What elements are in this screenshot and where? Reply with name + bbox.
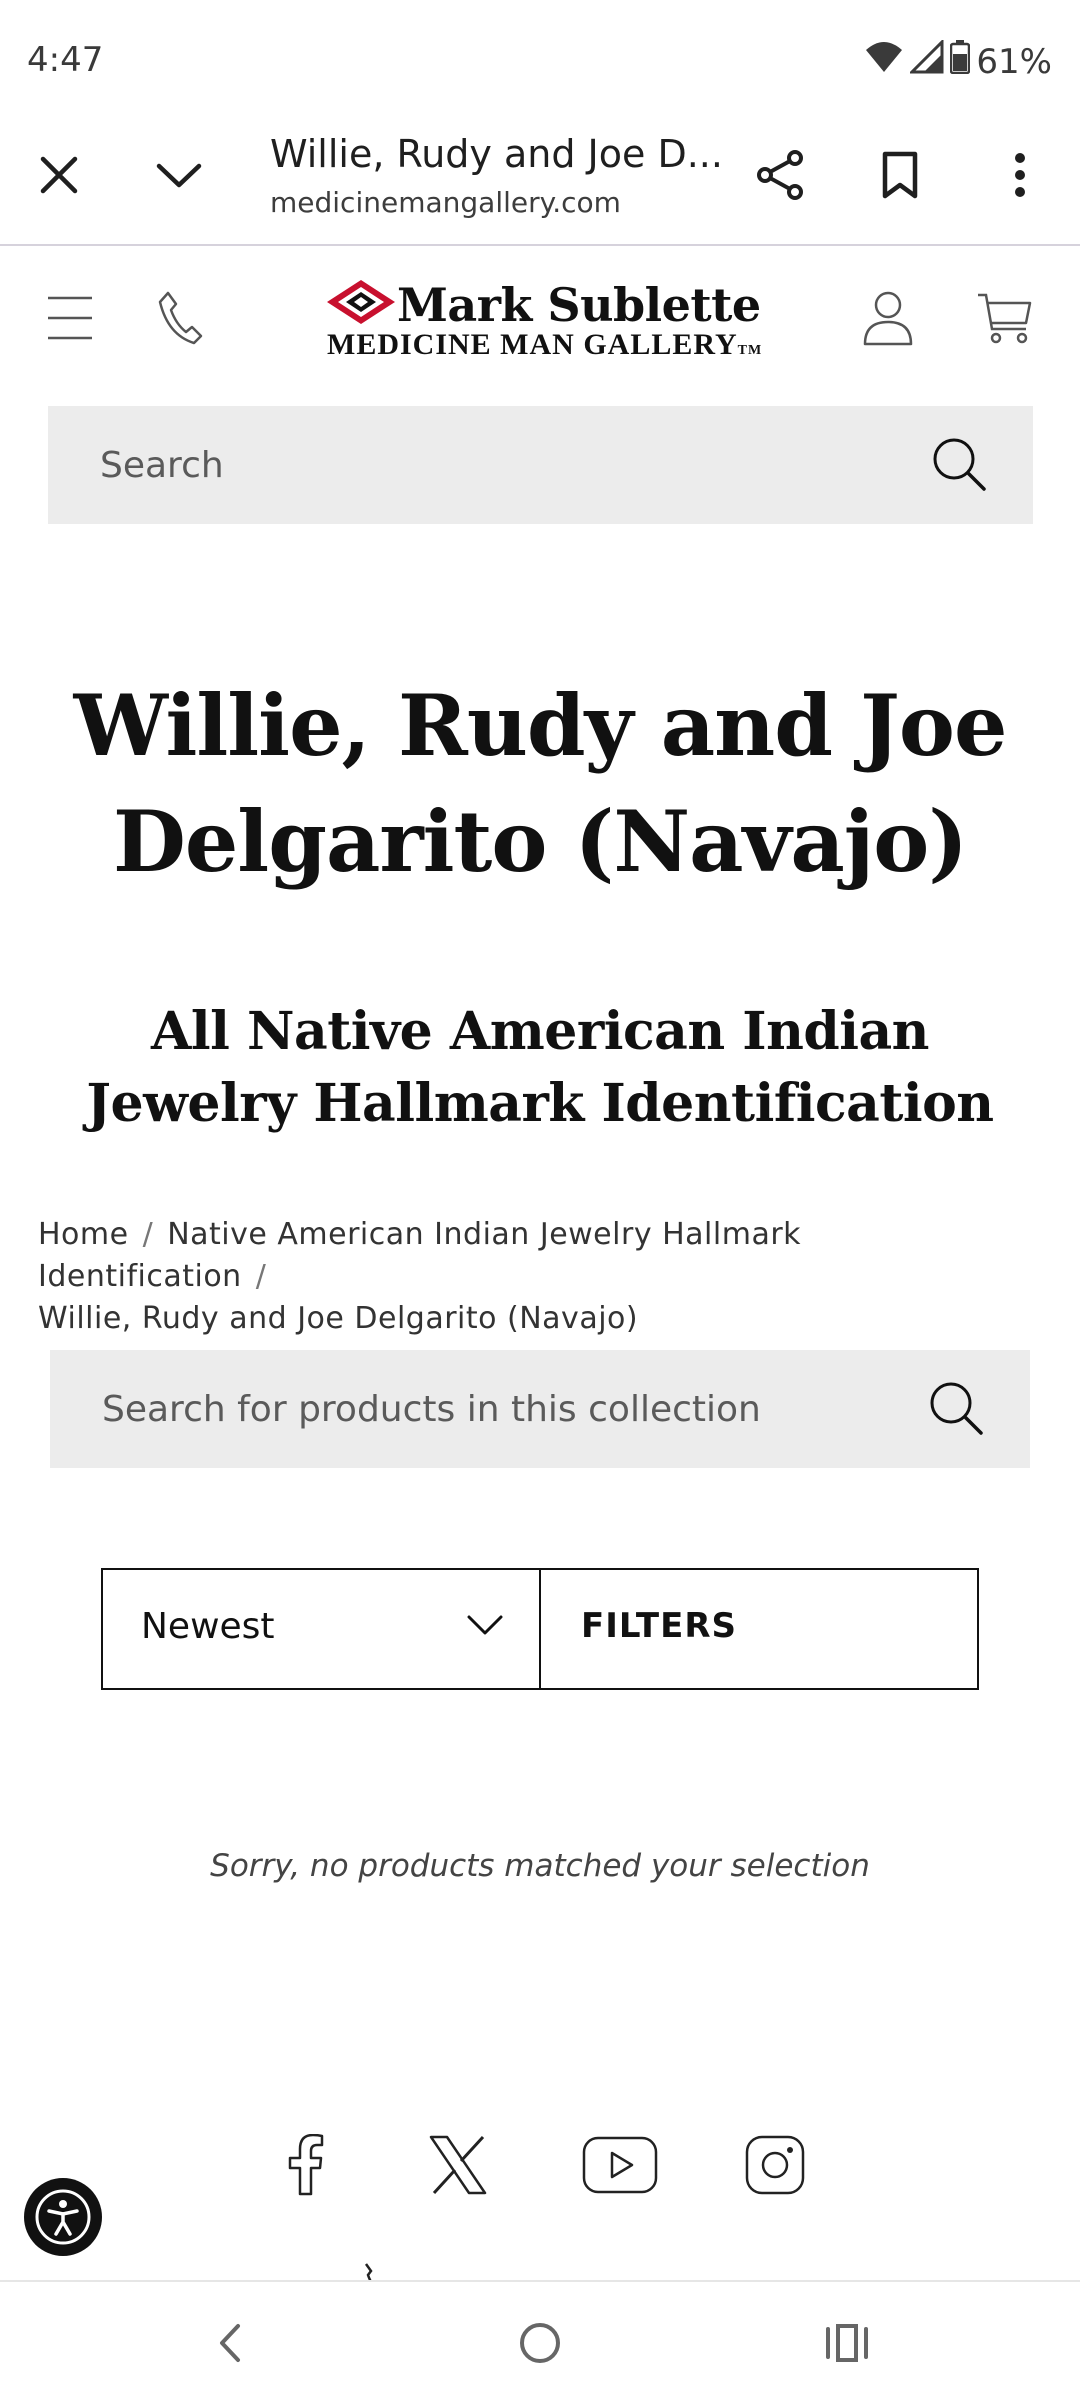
- signal-icon: [908, 38, 944, 83]
- site-logo[interactable]: Mark Sublette MEDICINE MAN GALLERYTM: [325, 278, 765, 361]
- footer-phone-row: [350, 2262, 770, 2280]
- system-navigation-bar: [0, 2280, 1080, 2400]
- home-button[interactable]: [505, 2308, 575, 2378]
- cart-icon: [978, 293, 1032, 344]
- logo-title: Mark Sublette: [397, 278, 761, 332]
- site-search: [48, 406, 1033, 524]
- more-options-button[interactable]: [980, 135, 1060, 215]
- logo-tm: TM: [737, 343, 763, 358]
- facebook-link[interactable]: [265, 2130, 345, 2200]
- back-button[interactable]: [195, 2308, 265, 2378]
- status-indicators: 61%: [864, 38, 1052, 83]
- hamburger-menu-icon: [48, 296, 92, 340]
- share-button[interactable]: [740, 135, 820, 215]
- youtube-link[interactable]: [580, 2130, 660, 2200]
- search-icon: [930, 1382, 983, 1435]
- share-icon: [757, 150, 803, 200]
- menu-button[interactable]: [30, 278, 110, 358]
- tab-url[interactable]: medicinemangallery.com: [270, 186, 621, 219]
- instagram-icon: [745, 2135, 805, 2195]
- phone-icon: [364, 2263, 373, 2280]
- close-icon: [40, 156, 78, 194]
- sort-filter-controls: Newest FILTERS: [101, 1568, 979, 1690]
- breadcrumb-current: Willie, Rudy and Joe Delgarito (Navajo): [38, 1301, 639, 1336]
- x-icon: [429, 2135, 487, 2195]
- recents-button[interactable]: [812, 2308, 882, 2378]
- search-icon: [933, 438, 986, 491]
- section-title: All Native American Indian Jewelry Hallm…: [86, 1001, 994, 1134]
- x-link[interactable]: [418, 2130, 498, 2200]
- empty-results-message: Sorry, no products matched your selectio…: [210, 1848, 870, 1884]
- filters-label: FILTERS: [581, 1606, 737, 1646]
- battery-icon: [950, 40, 971, 83]
- user-icon: [863, 291, 913, 346]
- page-title: Willie, Rudy and Joe Delgarito (Navajo): [73, 676, 1008, 891]
- home-circle-icon: [520, 2323, 560, 2363]
- account-button[interactable]: [848, 278, 928, 358]
- breadcrumb: Home / Native American Indian Jewelry Hall…: [38, 1214, 1048, 1340]
- logo-subtitle-text: MEDICINE MAN GALLERY: [327, 328, 738, 361]
- logo-emblem-icon: [327, 280, 395, 324]
- collection-search: [50, 1350, 1030, 1468]
- filters-button[interactable]: FILTERS: [541, 1570, 977, 1688]
- more-vertical-icon: [1015, 153, 1025, 197]
- accessibility-icon: [35, 2189, 91, 2245]
- back-chevron-icon: [220, 2324, 240, 2362]
- phone-icon: [158, 291, 203, 345]
- facebook-icon: [288, 2134, 324, 2196]
- collection-search-button[interactable]: [928, 1380, 988, 1440]
- site-search-input[interactable]: [48, 406, 1033, 524]
- site-search-button[interactable]: [931, 436, 991, 496]
- chevron-down-icon: [467, 1615, 503, 1635]
- accessibility-button[interactable]: [24, 2178, 102, 2256]
- minimize-tab-button[interactable]: [139, 135, 219, 215]
- status-bar: 4:47 61%: [0, 0, 1080, 120]
- youtube-icon: [582, 2136, 658, 2194]
- recents-icon: [826, 2324, 868, 2362]
- tab-title[interactable]: Willie, Rudy and Joe D...: [270, 132, 723, 176]
- collection-search-input[interactable]: [50, 1350, 1030, 1468]
- bookmark-button[interactable]: [860, 135, 940, 215]
- site-header: Mark Sublette MEDICINE MAN GALLERYTM: [0, 248, 1080, 388]
- phone-button[interactable]: [140, 278, 220, 358]
- wifi-icon: [864, 40, 904, 83]
- cart-button[interactable]: [964, 278, 1044, 358]
- breadcrumb-separator: /: [255, 1259, 267, 1294]
- browser-toolbar: Willie, Rudy and Joe D... medicinemangal…: [0, 120, 1080, 246]
- status-time: 4:47: [27, 40, 104, 80]
- breadcrumb-home[interactable]: Home: [38, 1217, 129, 1252]
- bookmark-icon: [882, 151, 918, 199]
- instagram-link[interactable]: [735, 2130, 815, 2200]
- logo-subtitle: MEDICINE MAN GALLERYTM: [327, 328, 762, 362]
- chevron-down-icon: [156, 163, 202, 188]
- sort-selected-value: Newest: [141, 1606, 275, 1647]
- close-tab-button[interactable]: [19, 135, 99, 215]
- sort-dropdown[interactable]: Newest: [103, 1570, 541, 1688]
- battery-percent: 61%: [976, 41, 1052, 82]
- breadcrumb-separator: /: [142, 1217, 154, 1252]
